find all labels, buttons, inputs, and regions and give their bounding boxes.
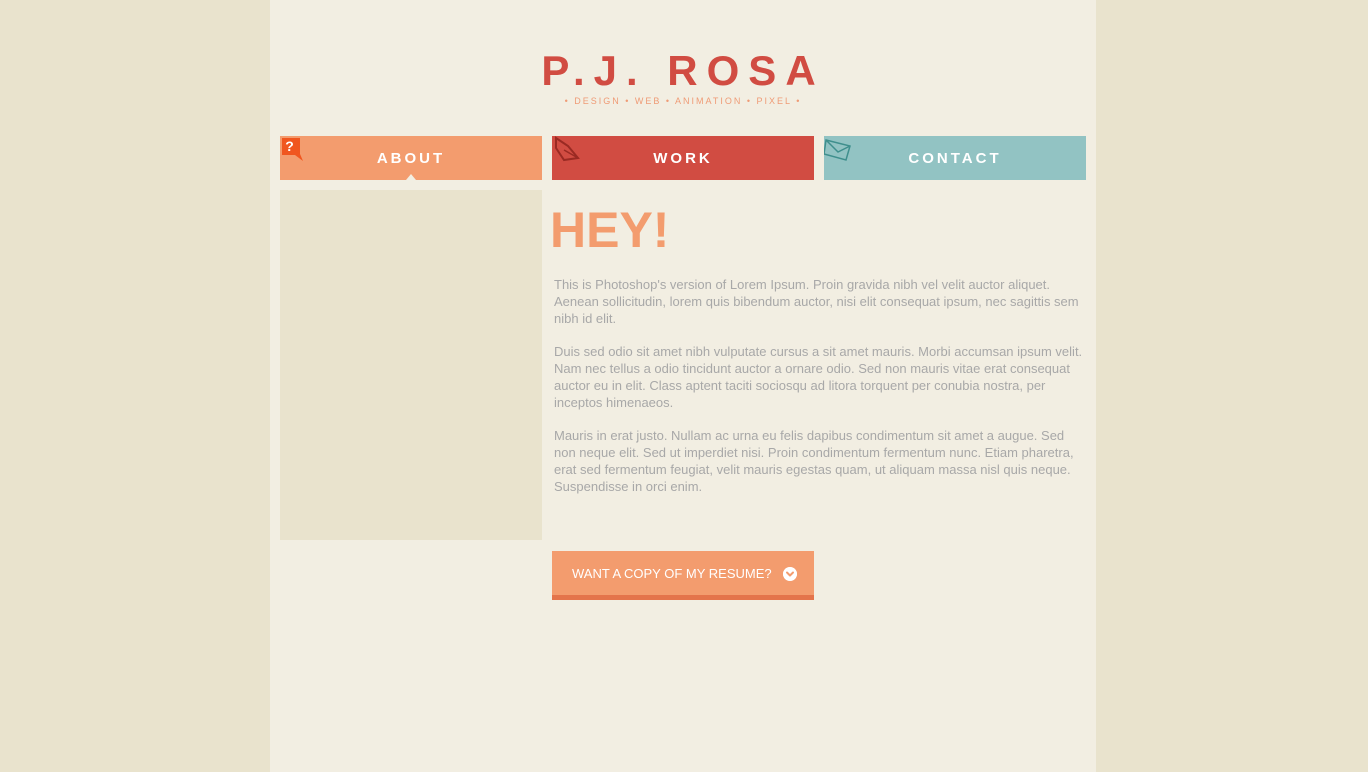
about-paragraph: This is Photoshop's version of Lorem Ips… (554, 277, 1079, 326)
tab-contact-label: CONTACT (908, 150, 1002, 167)
tab-work-label: WORK (653, 150, 713, 167)
about-paragraph: Mauris in erat justo. Nullam ac urna eu … (554, 428, 1074, 494)
question-bubble-icon: ? (282, 138, 303, 161)
svg-text:?: ? (285, 138, 297, 154)
page-container: P.J. ROSA • DESIGN • WEB • ANIMATION • P… (270, 0, 1096, 772)
pen-nib-icon (555, 136, 580, 162)
chevron-down-icon (783, 567, 797, 581)
active-tab-caret (406, 174, 416, 180)
profile-image-placeholder (280, 190, 542, 540)
tab-contact[interactable]: CONTACT (824, 136, 1086, 180)
resume-button-label: WANT A COPY OF MY RESUME? (572, 566, 772, 581)
about-paragraph: Duis sed odio sit amet nibh vulputate cu… (554, 344, 1083, 410)
tab-about[interactable]: ? ABOUT (280, 136, 542, 180)
resume-download-button[interactable]: WANT A COPY OF MY RESUME? (552, 551, 814, 600)
envelope-icon (824, 139, 851, 161)
site-logo[interactable]: P.J. ROSA (270, 48, 1096, 94)
tab-work[interactable]: WORK (552, 136, 814, 180)
site-tagline: • DESIGN • WEB • ANIMATION • PIXEL • (564, 96, 802, 106)
page-heading: HEY! (550, 202, 670, 258)
